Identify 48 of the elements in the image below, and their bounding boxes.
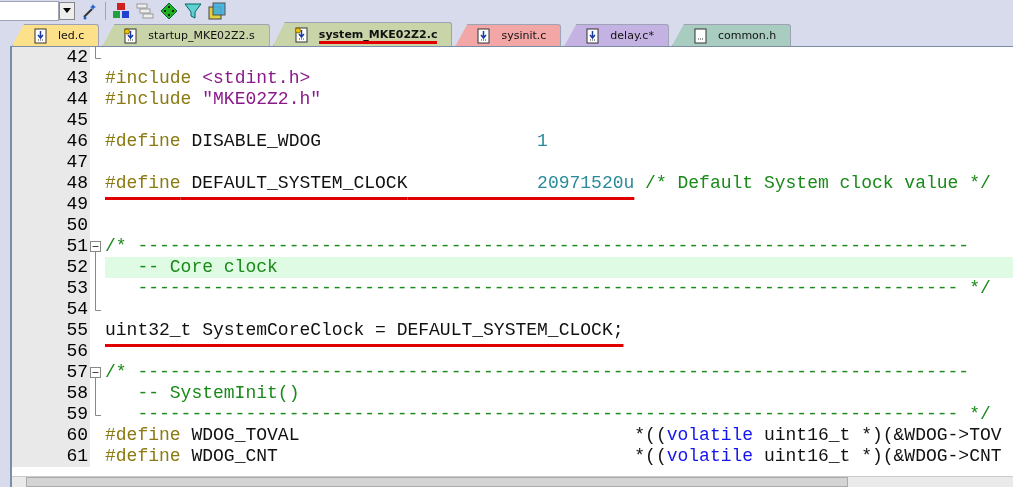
line-number: 55 [12, 320, 90, 341]
code-line: ---------------------------------------------------------------------------- */ [136, 404, 992, 425]
code-line: #define DISABLE_WDOG 1 [105, 131, 549, 152]
line-number: 49 [12, 194, 90, 215]
line-number: 51 [12, 236, 90, 257]
code-line: #define WDOG_CNT *((volatile uint16_t *)(&WDOG->CNT [105, 446, 1003, 467]
line-number: 53 [12, 278, 90, 299]
line-number: 58 [12, 383, 90, 404]
file-tab[interactable]: startup_MKE02Z2.s [102, 24, 270, 46]
funnel-icon[interactable] [184, 1, 202, 20]
code-line: /* ----------------------------------------------------------------------------- [105, 236, 971, 257]
line-number: 47 [12, 152, 90, 173]
caret-icon [63, 8, 71, 13]
code-line: #define DEFAULT_SYSTEM_CLOCK 20971520u /* Default System clock value */ [105, 173, 992, 194]
code-line: uint32_t SystemCoreClock = DEFAULT_SYSTEM_CLOCK; [105, 320, 625, 341]
file-tab[interactable]: delay.c* [564, 24, 669, 46]
file-tab[interactable]: sysinit.c [455, 24, 562, 46]
line-number: 54 [12, 299, 90, 320]
dropdown-button[interactable] [59, 1, 75, 20]
line-number: 56 [12, 341, 90, 362]
layers-icon[interactable] [208, 1, 226, 20]
line-number: 57 [12, 362, 90, 383]
line-number: 52 [12, 257, 90, 278]
code-line: #define WDOG_TOVAL *((volatile uint16_t *)(&WDOG->TOV [105, 425, 1003, 446]
line-number: 43 [12, 68, 90, 89]
code-line: #include <stdint.h> [105, 68, 312, 89]
line-number: 50 [12, 215, 90, 236]
horizontal-scrollbar[interactable] [12, 476, 1013, 487]
code-editor[interactable] [10, 46, 1013, 487]
code-line: /* ----------------------------------------------------------------------------- [105, 362, 971, 383]
line-number: 44 [12, 89, 90, 110]
diamond-icon[interactable] [160, 1, 178, 20]
code-line: #include "MKE02Z2.h" [105, 89, 323, 110]
line-number: 60 [12, 425, 90, 446]
toolbar-combo-field[interactable] [0, 0, 59, 21]
blocks-icon[interactable] [112, 1, 130, 20]
line-number: 46 [12, 131, 90, 152]
line-number: 61 [12, 446, 90, 467]
file-tab[interactable]: system_MKE02Z2.c [272, 22, 453, 46]
code-line: ---------------------------------------------------------------------------- */ [136, 278, 992, 299]
line-number: 59 [12, 404, 90, 425]
line-number: 42 [12, 47, 90, 68]
line-number: 45 [12, 110, 90, 131]
code-line: -- SystemInit() [136, 383, 301, 404]
file-tab[interactable]: common.h [671, 24, 792, 46]
file-tab[interactable]: led.c [12, 24, 100, 46]
scrollbar-thumb[interactable] [26, 477, 848, 487]
line-number: 48 [12, 173, 90, 194]
